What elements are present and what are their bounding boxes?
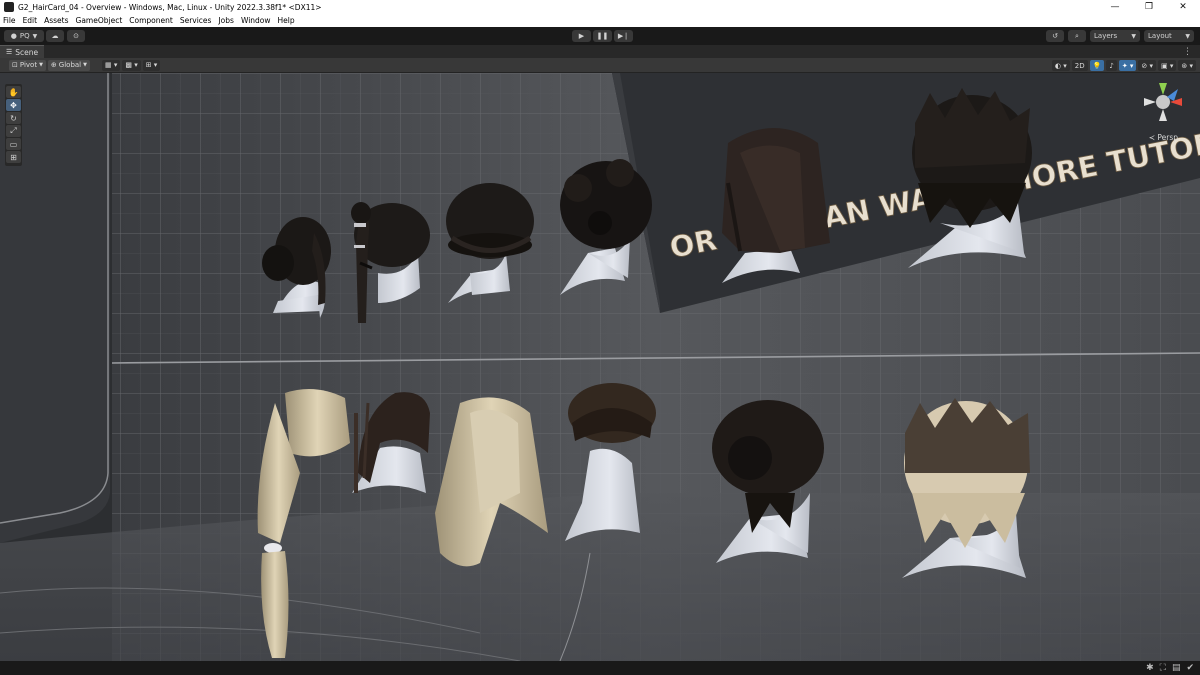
scene-viewport[interactable]: OR YOU CAN WATCH MORE TUTOR [0,73,1200,661]
orientation-gizmo[interactable] [1140,79,1186,125]
check-icon[interactable]: ✔ [1186,663,1194,673]
rect-tool-icon[interactable]: ▭ [6,138,21,150]
camera-mode-label[interactable]: ≺ Persp [1149,133,1178,142]
search-icon: ⌕ [1075,31,1079,40]
hidden-objects-button[interactable]: ⊘ ▾ [1138,60,1157,71]
move-tool-icon[interactable]: ✥ [6,99,21,111]
scale-tool-icon[interactable]: ⤢ [6,125,21,137]
gizmos-button[interactable]: ⊛ ▾ [1178,60,1196,71]
restore-icon[interactable]: ❐ [1132,0,1166,14]
chevron-down-icon: ▼ [1185,32,1190,40]
scene-view-options: ◐ ▾ 2D 💡 ♪ ✦ ▾ ⊘ ▾ ▣ ▾ ⊛ ▾ [1050,60,1196,71]
grid-toggle-button[interactable]: ▦ ▾ [102,59,121,71]
menu-jobs[interactable]: Jobs [218,16,233,25]
chevron-down-icon: ▼ [32,32,38,40]
layout-label: Layout [1148,32,1172,40]
window-titlebar: G2_HairCard_04 - Overview - Windows, Mac… [0,0,1200,14]
layers-label: Layers [1094,32,1118,40]
globe-icon: ⊕ [50,61,57,69]
menu-component[interactable]: Component [129,16,173,25]
lightbulb-icon: 💡 [1092,61,1102,70]
2d-label: 2D [1074,61,1085,70]
rotate-tool-icon[interactable]: ↻ [6,112,21,124]
menu-window[interactable]: Window [241,16,271,25]
play-icon: ▶ [578,32,585,40]
more-options-icon[interactable]: ⋮ [1183,47,1192,57]
global-dropdown[interactable]: ⊕ Global ▼ [47,59,90,71]
snap-icon: ▩ ▾ [125,61,138,69]
play-button[interactable]: ▶ [572,30,591,42]
chevron-down-icon: ▼ [39,62,43,68]
search-button[interactable]: ⌕ [1068,30,1086,42]
menu-file[interactable]: File [3,16,16,25]
persp-icon: ≺ [1148,133,1155,142]
menu-edit[interactable]: Edit [23,16,38,25]
minimize-icon[interactable]: — [1098,0,1132,14]
menu-gameobject[interactable]: GameObject [76,16,123,25]
layers-dropdown[interactable]: Layers ▼ [1090,30,1140,42]
effects-icon: ✦ ▾ [1121,61,1134,70]
menu-services[interactable]: Services [180,16,212,25]
global-label: Global [58,61,82,69]
window-title: G2_HairCard_04 - Overview - Windows, Mac… [18,2,322,12]
menu-help[interactable]: Help [278,16,295,25]
scene-tab-icon: ☰ [6,48,13,56]
2d-toggle-button[interactable]: 2D [1071,60,1088,71]
window-controls: — ❐ ✕ [1098,0,1200,14]
audio-toggle-button[interactable]: ♪ [1106,60,1117,71]
network-icon[interactable]: ⛶ [1160,663,1166,673]
step-icon: ▶❘ [617,32,630,40]
play-controls: ▶ ❚❚ ▶❘ [572,30,633,42]
pause-icon: ❚❚ [596,32,609,40]
snap-toggle-button[interactable]: ▩ ▾ [122,59,141,71]
chevron-down-icon: ▼ [1131,32,1136,40]
history-button[interactable]: ↺ [1046,30,1064,42]
lighting-toggle-button[interactable]: 💡 [1089,60,1105,71]
close-icon[interactable]: ✕ [1166,0,1200,14]
toolbar-right: ↺ ⌕ Layers ▼ Layout ▼ [1046,30,1194,42]
cache-icon[interactable]: ▤ [1172,663,1181,673]
camera-icon: ▣ ▾ [1161,61,1174,70]
unity-logo-icon [4,2,14,12]
bug-icon[interactable]: ✱ [1146,663,1154,673]
transform-tool-icon[interactable]: ⊞ [6,151,21,163]
effects-toggle-button[interactable]: ✦ ▾ [1118,60,1137,71]
camera-settings-button[interactable]: ▣ ▾ [1158,60,1177,71]
grid-icon: ▦ ▾ [105,61,118,69]
account-icon: ● [10,32,17,40]
collab-button[interactable]: ⊙ [67,30,85,42]
gizmos-icon: ⊛ ▾ [1181,61,1193,70]
audio-icon: ♪ [1109,61,1114,70]
scene-toolbar: ⊡ Pivot ▼ ⊕ Global ▼ ▦ ▾ ▩ ▾ ⊞ ▾ ◐ ▾ 2D … [0,58,1200,73]
collab-icon: ⊙ [73,32,79,40]
step-button[interactable]: ▶❘ [614,30,633,42]
layout-dropdown[interactable]: Layout ▼ [1144,30,1194,42]
eye-slash-icon: ⊘ ▾ [1141,61,1154,70]
main-toolbar: ● PQ ▼ ☁ ⊙ ▶ ❚❚ ▶❘ ↺ ⌕ Layers ▼ Layout ▼ [0,27,1200,45]
cloud-icon: ☁ [51,32,59,40]
menu-bar: File Edit Assets GameObject Component Se… [0,14,1200,27]
menu-assets[interactable]: Assets [44,16,68,25]
status-bar: ✱ ⛶ ▤ ✔ [0,661,1200,675]
history-icon: ↺ [1052,32,1058,40]
pivot-icon: ⊡ [12,61,18,69]
tab-scene[interactable]: ☰ Scene [0,45,45,58]
chevron-down-icon: ▼ [83,62,87,68]
pivot-dropdown[interactable]: ⊡ Pivot ▼ [9,59,46,71]
account-label: PQ [19,32,30,40]
shading-sphere-icon: ◐ ▾ [1054,61,1067,70]
persp-label: Persp [1157,133,1178,142]
tab-scene-label: Scene [15,47,39,57]
increment-snap-button[interactable]: ⊞ ▾ [142,59,161,71]
pause-button[interactable]: ❚❚ [593,30,612,42]
increment-snap-icon: ⊞ ▾ [145,61,158,69]
tab-bar: ☰ Scene ⋮ [0,45,1200,58]
account-dropdown[interactable]: ● PQ ▼ [4,30,44,42]
tool-palette: ✋ ✥ ↻ ⤢ ▭ ⊞ [5,84,22,166]
shading-mode-button[interactable]: ◐ ▾ [1051,60,1070,71]
cloud-button[interactable]: ☁ [46,30,64,42]
scene-render: OR YOU CAN WATCH MORE TUTOR [0,73,1200,661]
hand-tool-icon[interactable]: ✋ [6,86,21,98]
pivot-label: Pivot [19,61,38,69]
